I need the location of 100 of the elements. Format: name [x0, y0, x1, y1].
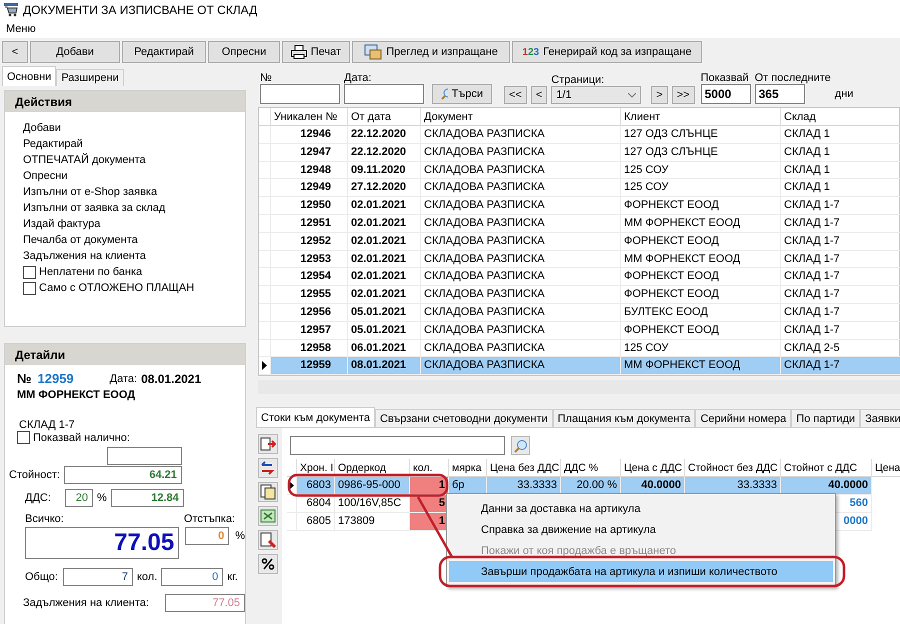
days-field[interactable]: 365 [754, 84, 805, 104]
search-field[interactable] [290, 436, 505, 456]
tab[interactable]: Плащания към документа [552, 409, 696, 428]
table-cell: 12957 [271, 322, 348, 340]
page-dropdown[interactable]: 1/1 [551, 86, 642, 104]
table-row[interactable]: 12952 02.01.2021 СКЛАДОВА РАЗПИСКА ФОРНЕКСТ ЕООД СКЛАД 1-7 [259, 232, 899, 251]
tab[interactable]: Заявки [860, 409, 900, 428]
vat-rate-field[interactable]: 20 [65, 489, 93, 507]
action-link[interactable]: Изпълни от e-Shop заявка [23, 184, 158, 200]
panel-header: Детайли [5, 344, 245, 365]
column-header[interactable]: Склад [781, 108, 900, 126]
column-header[interactable]: Цена [872, 459, 900, 478]
client-name: ММ ФОРНЕКСТ ЕООД [16, 389, 136, 401]
window-title: ДОКУМЕНТИ ЗА ИЗПИСВАНЕ ОТ СКЛАД [23, 3, 258, 17]
show-count-field[interactable]: 5000 [700, 84, 751, 104]
checkbox-label: Показвай налично: [33, 432, 130, 444]
export-icon[interactable] [258, 434, 278, 454]
column-header[interactable]: Клиент [621, 108, 781, 126]
table-cell: ММ ФОРНЕКСТ ЕООД [621, 214, 781, 233]
checkbox[interactable] [17, 431, 30, 444]
action-link[interactable]: Издай фактура [23, 216, 100, 232]
table-row[interactable]: 12951 02.01.2021 СКЛАДОВА РАЗПИСКА ММ ФОРНЕКСТ ЕООД СКЛАД 1-7 [259, 214, 899, 233]
next-page-button[interactable]: > [651, 86, 668, 104]
stock-field[interactable] [107, 447, 182, 465]
toolbar-button[interactable]: Преглед и изпращане [352, 41, 510, 63]
action-link[interactable]: Добави [23, 120, 61, 136]
table-row[interactable]: 12959 08.01.2021 СКЛАДОВА РАЗПИСКА ММ ФОРНЕКСТ ЕООД СКЛАД 1-7 [259, 357, 899, 376]
table-cell: СКЛАДОВА РАЗПИСКА [421, 144, 621, 162]
table-cell: ФОРНЕКСТ ЕООД [621, 286, 781, 304]
document-edit-icon[interactable] [258, 530, 278, 550]
table-cell: СКЛАДОВА РАЗПИСКА [421, 268, 621, 286]
percent-label: % [235, 530, 245, 542]
checkbox[interactable] [23, 282, 36, 294]
table-row[interactable]: 12955 02.01.2021 СКЛАДОВА РАЗПИСКА ФОРНЕКСТ ЕООД СКЛАД 1-7 [259, 286, 899, 304]
table-cell: 0986-95-000 [335, 477, 410, 495]
sum-label: Общо: [25, 571, 59, 583]
table-cell: ФОРНЕКСТ ЕООД [621, 268, 781, 286]
search-icon[interactable] [511, 436, 530, 456]
tab[interactable]: Серийни номера [695, 409, 792, 428]
spreadsheet-icon[interactable] [258, 506, 278, 526]
table-row[interactable]: 12948 09.11.2020 СКЛАДОВА РАЗПИСКА 125 СОУ СКЛАД 1 [259, 162, 899, 180]
table-cell: 6805 [297, 512, 335, 531]
value-field[interactable]: 64.21 [64, 466, 182, 484]
tab[interactable]: Стоки към документа [256, 407, 375, 428]
table-row[interactable]: 12947 22.12.2020 СКЛАДОВА РАЗПИСКА 127 ОДЗ СЛЪНЦЕ СКЛАД 1 [259, 144, 899, 162]
toolbar-button[interactable]: Печат [282, 41, 350, 63]
table-row[interactable]: 12950 02.01.2021 СКЛАДОВА РАЗПИСКА ФОРНЕКСТ ЕООД СКЛАД 1-7 [259, 197, 899, 215]
vat-label: ДДС: [25, 492, 52, 504]
table-row[interactable]: 12954 02.01.2021 СКЛАДОВА РАЗПИСКА ФОРНЕКСТ ЕООД СКЛАД 1-7 [259, 268, 899, 286]
action-link[interactable]: ОТПЕЧАТАЙ документа [23, 152, 146, 168]
action-link[interactable]: Редактирай [23, 136, 83, 152]
table-row[interactable]: 12949 27.12.2020 СКЛАДОВА РАЗПИСКА 125 СОУ СКЛАД 1 [259, 179, 899, 198]
toolbar-button[interactable]: < [2, 41, 28, 63]
date-field[interactable] [344, 84, 424, 104]
toolbar-button[interactable]: Опресни [208, 41, 280, 63]
action-link[interactable]: Печалба от документа [23, 232, 138, 248]
table-cell: 12955 [271, 286, 348, 304]
table-cell: 127 ОДЗ СЛЪНЦЕ [621, 126, 781, 144]
tab[interactable]: По партиди [791, 409, 860, 428]
column-header[interactable]: Уникален № [271, 108, 348, 126]
tab[interactable]: Основни [2, 66, 56, 86]
action-link[interactable]: Задължения на клиента [23, 248, 146, 264]
table-cell: СКЛАД 1-7 [781, 322, 900, 340]
weight-field[interactable]: 0 [161, 568, 224, 586]
table-cell: 22.12.2020 [348, 126, 421, 144]
checkbox-label: Само с ОТЛОЖЕНО ПЛАЩАН [39, 282, 194, 294]
toolbar-button[interactable]: Добави [30, 41, 120, 63]
table-row[interactable]: 12953 02.01.2021 СКЛАДОВА РАЗПИСКА ММ ФОРНЕКСТ ЕООД СКЛАД 1-7 [259, 250, 899, 268]
search-icon [441, 88, 448, 100]
quantity-field[interactable]: 7 [63, 568, 133, 586]
transfer-arrows-icon[interactable] [258, 458, 278, 478]
table-row[interactable]: 12946 22.12.2020 СКЛАДОВА РАЗПИСКА 127 ОДЗ СЛЪНЦЕ СКЛАД 1 [259, 126, 899, 144]
table-row[interactable]: 12956 05.01.2021 СКЛАДОВА РАЗПИСКА БУЛТЕКС ЕООД СКЛАД 1-7 [259, 304, 899, 322]
last-page-button[interactable]: >> [672, 86, 695, 104]
menu-item[interactable]: Меню [6, 23, 36, 35]
table-cell: 12959 [271, 357, 348, 376]
percent-icon[interactable] [258, 554, 278, 574]
total-field[interactable]: 77.05 [25, 527, 180, 559]
menu-item[interactable]: Завърши продажбата на артикула и изпиши количеството [449, 561, 833, 582]
table-cell: 127 ОДЗ СЛЪНЦЕ [621, 144, 781, 162]
vat-field[interactable]: 12.84 [110, 489, 184, 507]
table-cell: БУЛТЕКС ЕООД [621, 304, 781, 322]
number-field[interactable] [260, 84, 340, 104]
chevron-down-icon [628, 92, 636, 98]
action-link[interactable]: Опресни [23, 168, 68, 184]
first-page-button[interactable]: << [504, 86, 527, 104]
tab[interactable]: Свързани счетоводни документи [374, 409, 553, 428]
checkbox[interactable] [23, 266, 36, 278]
search-button[interactable]: Търси [432, 84, 492, 104]
column-header[interactable]: Документ [421, 108, 621, 126]
column-header[interactable]: От дата [348, 108, 421, 126]
table-cell: 125 СОУ [621, 179, 781, 198]
digits-icon: 123 [522, 46, 540, 58]
table-row[interactable]: 12957 05.01.2021 СКЛАДОВА РАЗПИСКА ФОРНЕКСТ ЕООД СКЛАД 1-7 [259, 322, 899, 340]
previous-page-button[interactable]: < [530, 86, 548, 104]
tab[interactable]: Разширени [56, 69, 124, 86]
documents-icon[interactable] [258, 482, 278, 502]
toolbar-button[interactable]: 123 Генерирай код за изпращане [512, 41, 702, 63]
action-link[interactable]: Изпълни от заявка за склад [23, 200, 166, 216]
toolbar-button[interactable]: Редактирай [122, 41, 206, 63]
